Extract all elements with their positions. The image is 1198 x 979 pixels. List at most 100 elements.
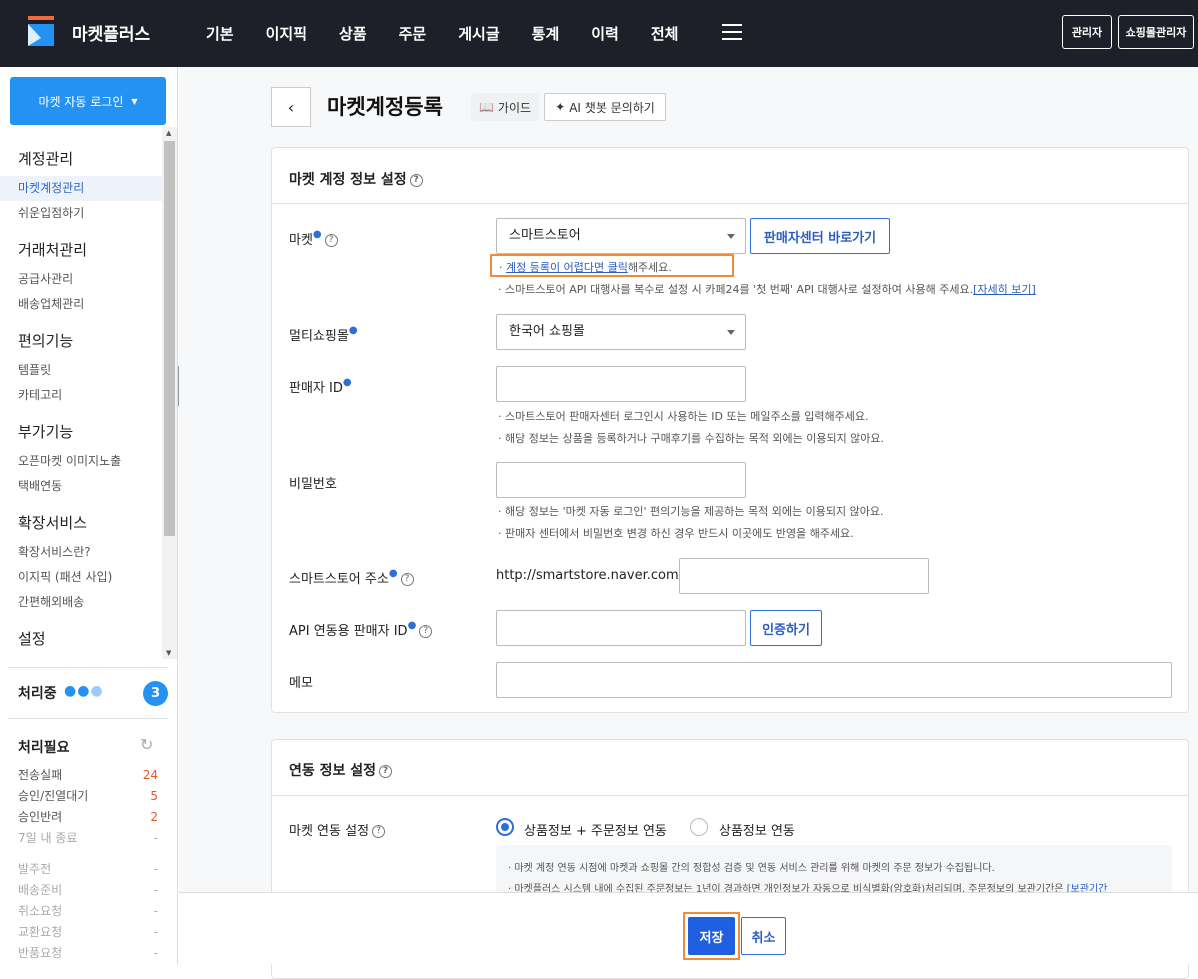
sparkle-icon: ✦ — [555, 100, 566, 114]
memo-input[interactable] — [496, 662, 1172, 698]
brand-name[interactable]: 마켓플러스 — [72, 20, 150, 45]
help-icon[interactable]: ? — [400, 573, 414, 586]
registration-help-hint[interactable]: · 계정 등록이 어렵다면 클릭해주세요. — [490, 254, 734, 277]
nav-orders[interactable]: 주문 — [399, 23, 427, 44]
needs-row[interactable]: 교환요청 - — [18, 922, 158, 943]
ai-chatbot-button[interactable]: ✦ AI 챗봇 문의하기 — [544, 93, 666, 121]
help-icon[interactable]: ? — [409, 173, 423, 187]
api-id-input[interactable] — [496, 610, 746, 646]
divider — [272, 203, 1188, 204]
scroll-down-icon[interactable]: ▼ — [166, 649, 171, 657]
brand-logo-icon[interactable] — [26, 16, 56, 46]
registration-help-link[interactable]: 계정 등록이 어렵다면 클릭 — [506, 261, 628, 274]
needs-label: 처리필요 — [18, 740, 70, 756]
back-button[interactable]: ‹ — [271, 87, 311, 127]
help-icon[interactable]: ? — [419, 625, 433, 638]
radio-product-only[interactable] — [690, 818, 708, 836]
needs-row[interactable]: 승인반려 2 — [18, 807, 158, 828]
caret-down-icon: ▼ — [131, 96, 138, 106]
cancel-button[interactable]: 취소 — [741, 917, 786, 955]
page-title: 마켓계정등록 — [327, 95, 443, 119]
password-input[interactable] — [496, 462, 746, 498]
guide-button[interactable]: 📖 가이드 — [471, 93, 539, 121]
nav-products[interactable]: 상품 — [339, 23, 367, 44]
menu-item-market-account[interactable]: 마켓계정관리 — [0, 176, 162, 201]
store-url-label: 스마트스토어 주소●? — [289, 568, 414, 587]
scroll-up-icon[interactable]: ▲ — [166, 129, 171, 137]
memo-label: 메모 — [289, 676, 313, 691]
needs-row[interactable]: 반품요청 - — [18, 943, 158, 964]
menu-item-overseas-shipping[interactable]: 간편해외배송 — [0, 590, 162, 615]
details-link[interactable]: [자세히 보기] — [973, 283, 1036, 296]
link-note: · 마켓 계정 연동 시점에 마켓과 쇼핑몰 간의 정합성 검증 및 연동 서비… — [508, 863, 995, 874]
needs-row[interactable]: 승인/진열대기 5 — [18, 786, 158, 807]
help-icon[interactable]: ? — [324, 234, 338, 247]
chevron-down-icon — [727, 330, 735, 335]
nav-easypick[interactable]: 이지픽 — [266, 23, 307, 44]
nav-basic[interactable]: 기본 — [206, 23, 234, 44]
main-nav: 기본 이지픽 상품 주문 게시글 통계 이력 전체 — [190, 0, 694, 67]
needs-list: 전송실패 24 승인/진열대기 5 승인반려 2 7일 내 종료 - 발주전 - 배송준비… — [18, 765, 158, 964]
chevron-down-icon — [727, 234, 735, 239]
menu-item-category[interactable]: 카테고리 — [0, 383, 162, 408]
nav-all[interactable]: 전체 — [651, 23, 679, 44]
refresh-icon[interactable]: ↻ — [140, 735, 153, 754]
menu-group-settings[interactable]: 설정 — [0, 627, 162, 651]
section-title: 연동 정보 설정? — [289, 760, 393, 780]
menu-item-extension-info[interactable]: 확장서비스란? — [0, 540, 162, 565]
save-button[interactable]: 저장 — [688, 917, 735, 955]
processing-dots-icon: ●●● — [64, 683, 104, 699]
menu-item-supplier[interactable]: 공급사관리 — [0, 267, 162, 292]
nav-posts[interactable]: 게시글 — [458, 23, 499, 44]
seller-id-input[interactable] — [496, 366, 746, 402]
seller-id-hint: · 해당 정보는 상품을 등록하거나 구매후기를 수집하는 목적 외에는 이용되… — [498, 432, 885, 445]
sidebar-scrollbar[interactable]: ▲ ▼ — [162, 127, 177, 659]
admin-button[interactable]: 관리자 — [1062, 15, 1112, 49]
seller-id-hint: · 스마트스토어 판매자센터 로그인시 사용하는 ID 또는 메일주소를 입력해… — [498, 410, 869, 423]
menu-group-partner[interactable]: 거래처관리 — [0, 238, 162, 262]
menu-group-extension[interactable]: 확장서비스 — [0, 511, 162, 535]
nav-stats[interactable]: 통계 — [532, 23, 560, 44]
store-url-input[interactable] — [679, 558, 929, 594]
menu-item-template[interactable]: 템플릿 — [0, 358, 162, 383]
market-label: 마켓●? — [289, 229, 338, 248]
book-icon: 📖 — [478, 100, 494, 114]
needs-row[interactable]: 전송실패 24 — [18, 765, 158, 786]
nav-history[interactable]: 이력 — [591, 23, 619, 44]
radio-product-only-label[interactable]: 상품정보 연동 — [719, 820, 795, 839]
menu-item-courier-link[interactable]: 택배연동 — [0, 474, 162, 499]
divider — [272, 795, 1188, 796]
needs-row[interactable]: 발주전 - — [18, 859, 158, 880]
menu-group-addon[interactable]: 부가기능 — [0, 420, 162, 444]
needs-row[interactable]: 취소요청 - — [18, 901, 158, 922]
action-footer: 저장 취소 — [179, 892, 1198, 964]
needs-row[interactable]: 배송준비 - — [18, 880, 158, 901]
menu-group-account[interactable]: 계정관리 — [0, 147, 162, 171]
radio-product-order[interactable] — [496, 818, 514, 836]
shop-admin-button[interactable]: 쇼핑몰관리자 — [1118, 15, 1194, 49]
account-info-card: 마켓 계정 정보 설정? 마켓●? 스마트스토어 판매자센터 바로가기 · 계정… — [271, 147, 1189, 713]
radio-product-order-label[interactable]: 상품정보 + 주문정보 연동 — [524, 820, 667, 839]
auto-login-button[interactable]: 마켓 자동 로그인 ▼ — [10, 77, 166, 125]
scrollbar-thumb[interactable] — [164, 141, 175, 536]
market-select[interactable]: 스마트스토어 — [496, 218, 746, 254]
multishop-select[interactable]: 한국어 쇼핑몰 — [496, 314, 746, 350]
menu-item-easy-entry[interactable]: 쉬운입점하기 — [0, 201, 162, 226]
main-content: ‹ 마켓계정등록 📖 가이드 ✦ AI 챗봇 문의하기 마켓 계정 정보 설정?… — [179, 67, 1198, 979]
help-icon[interactable]: ? — [372, 825, 386, 838]
help-icon[interactable]: ? — [379, 764, 393, 778]
ai-chatbot-label: AI 챗봇 문의하기 — [569, 100, 655, 115]
processing-count-badge[interactable]: 3 — [143, 681, 168, 706]
menu-item-image-exposure[interactable]: 오픈마켓 이미지노출 — [0, 449, 162, 474]
sidebar: 마켓 자동 로그인 ▼ 계정관리 마켓계정관리 쉬운입점하기 거래처관리 공급사… — [0, 67, 178, 964]
verify-button[interactable]: 인증하기 — [750, 610, 822, 646]
top-bar: 마켓플러스 기본 이지픽 상품 주문 게시글 통계 이력 전체 관리자 쇼핑몰관… — [0, 0, 1198, 67]
needs-row[interactable]: 7일 내 종료 - — [18, 828, 158, 849]
menu-item-shipping-company[interactable]: 배송업체관리 — [0, 292, 162, 317]
password-hint: · 해당 정보는 '마켓 자동 로그인' 편의기능을 제공하는 목적 외에는 이… — [498, 505, 884, 518]
menu-group-convenience[interactable]: 편의기능 — [0, 329, 162, 353]
hamburger-menu-icon[interactable] — [722, 24, 742, 42]
seller-center-button[interactable]: 판매자센터 바로가기 — [750, 218, 890, 254]
api-agency-hint: · 스마트스토어 API 대행사를 복수로 설정 시 카페24를 '첫 번째' … — [498, 283, 1036, 296]
menu-item-easypick-fashion[interactable]: 이지픽 (패션 사입) — [0, 565, 162, 590]
